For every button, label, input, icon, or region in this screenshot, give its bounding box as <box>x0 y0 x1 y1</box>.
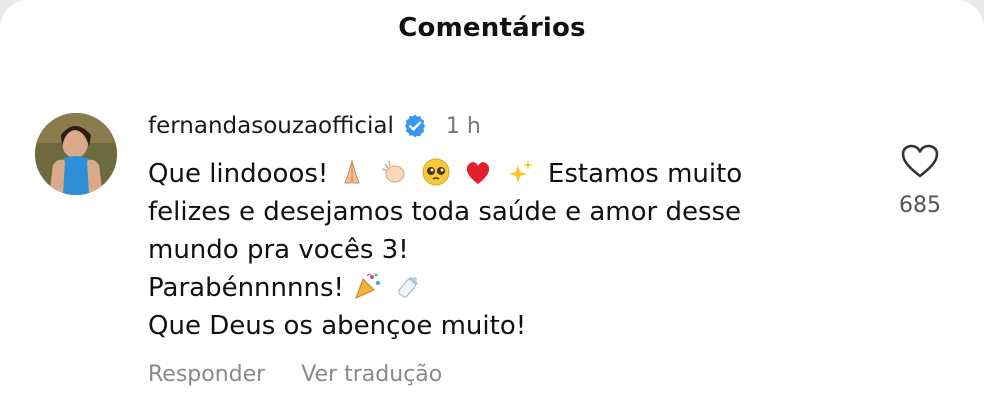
comment-line-1: Que lindooos! Estamos muito <box>148 155 848 193</box>
comment-line-5: Que Deus os abençoe muito! <box>148 311 527 341</box>
baby-bottle-icon <box>398 276 419 298</box>
pleading-face-icon <box>422 158 450 186</box>
comment-text-part: Estamos muito <box>547 159 743 189</box>
see-translation-button[interactable]: Ver tradução <box>301 362 442 387</box>
comment-line-2: felizes e desejamos toda saúde e amor de… <box>148 197 742 227</box>
sparkles-icon <box>508 160 533 183</box>
page-title: Comentários <box>398 13 586 43</box>
comment-text-part: Que lindooos! <box>148 159 329 189</box>
reply-button[interactable]: Responder <box>148 362 265 387</box>
like-count: 685 <box>899 193 941 218</box>
folded-hands-icon <box>343 159 360 184</box>
comment-line-4: Parabénnnnns! <box>148 269 848 307</box>
comment-header: fernandasouzaofficial 1 h <box>148 110 481 142</box>
red-heart-icon <box>467 162 490 184</box>
comment-line-3: mundo pra vocês 3! <box>148 235 409 265</box>
clapping-hands-icon <box>381 160 405 183</box>
username-link[interactable]: fernandasouzaofficial <box>148 113 394 139</box>
heart-like-icon[interactable] <box>900 143 940 179</box>
comment-timestamp: 1 h <box>445 113 481 139</box>
comments-sheet: Comentários fernandasouzaofficial 1 h Qu… <box>0 0 984 417</box>
comment-text: Que lindooos! Estamos muito felizes e de… <box>148 155 848 345</box>
avatar[interactable] <box>35 113 117 195</box>
verified-badge-icon <box>404 114 425 138</box>
comment-text-part: Parabénnnnns! <box>148 273 344 303</box>
party-popper-icon <box>355 273 381 299</box>
comment-actions: Responder Ver tradução <box>148 362 442 387</box>
avatar-photo-icon <box>35 113 117 195</box>
